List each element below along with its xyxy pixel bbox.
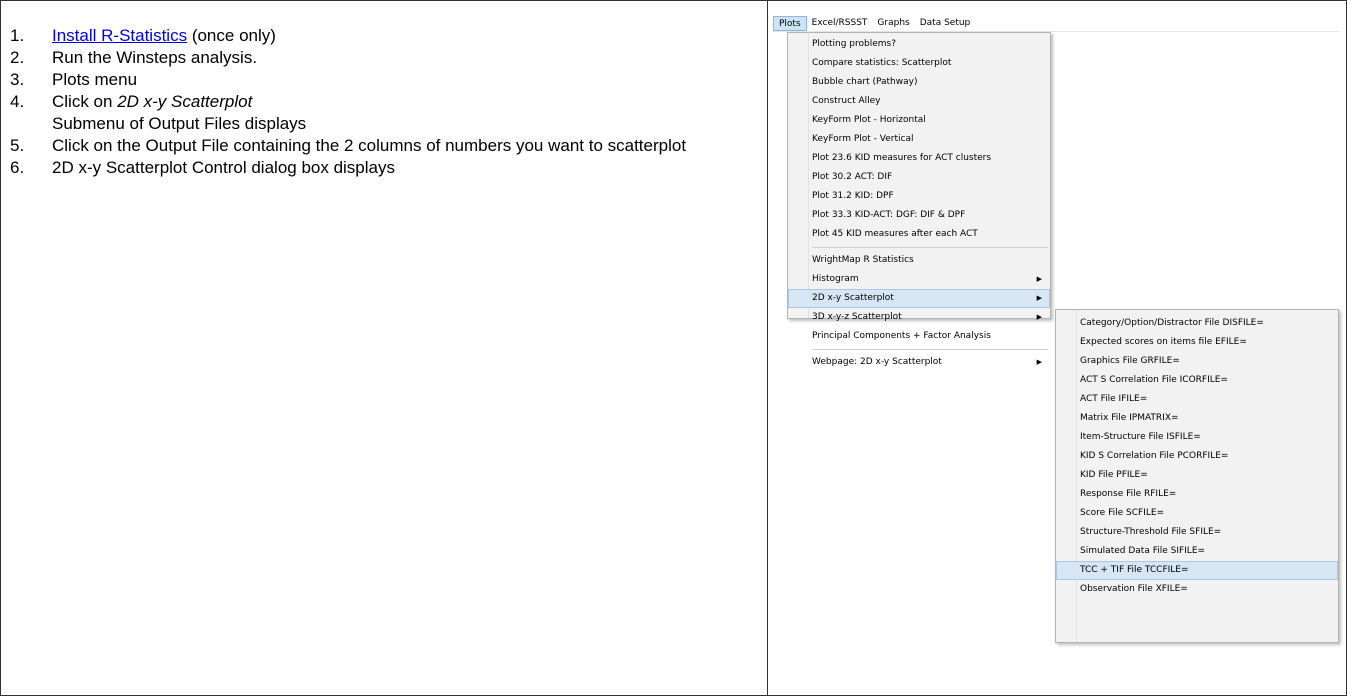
menu-item-label: 2D x-y Scatterplot bbox=[812, 293, 894, 303]
submenu-item-sfile[interactable]: Structure-Threshold File SFILE= bbox=[1056, 523, 1338, 542]
submenu-item-rfile[interactable]: Response File RFILE= bbox=[1056, 485, 1338, 504]
step-subtext: Submenu of Output Files displays bbox=[52, 114, 307, 133]
submenu-item-xfile[interactable]: Observation File XFILE= bbox=[1056, 580, 1338, 599]
submenu-arrow-icon: ▶ bbox=[1036, 358, 1042, 366]
submenu-item-ifile[interactable]: ACT File IFILE= bbox=[1056, 390, 1338, 409]
menu-item-bubble-chart[interactable]: Bubble chart (Pathway) bbox=[788, 73, 1050, 92]
submenu-item-icorfile[interactable]: ACT S Correlation File ICORFILE= bbox=[1056, 371, 1338, 390]
step-6: 6. 2D x-y Scatterplot Control dialog box… bbox=[10, 157, 760, 179]
menu-excel-rssst[interactable]: Excel/RSSST bbox=[807, 16, 873, 31]
step-emphasis: 2D x-y Scatterplot bbox=[117, 92, 253, 111]
step-text: Click on bbox=[52, 92, 118, 111]
step-number: 2. bbox=[10, 48, 25, 67]
menu-item-plot-30-2[interactable]: Plot 30.2 ACT: DIF bbox=[788, 168, 1050, 187]
menu-item-3d-scatterplot[interactable]: 3D x-y-z Scatterplot ▶ bbox=[788, 308, 1050, 327]
menu-plots[interactable]: Plots bbox=[773, 16, 807, 31]
plots-dropdown: Plotting problems? Compare statistics: S… bbox=[787, 32, 1051, 367]
menu-item-plotting-problems[interactable]: Plotting problems? bbox=[788, 35, 1050, 54]
submenu-arrow-icon: ▶ bbox=[1036, 294, 1042, 302]
menu-item-2d-scatterplot[interactable]: 2D x-y Scatterplot ▶ bbox=[788, 289, 1050, 308]
menu-item-label: Webpage: 2D x-y Scatterplot bbox=[812, 357, 942, 367]
step-text: Run the Winsteps analysis. bbox=[52, 48, 258, 67]
menu-item-label: 3D x-y-z Scatterplot bbox=[812, 312, 902, 322]
step-2: 2. Run the Winsteps analysis. bbox=[10, 47, 760, 69]
menu-graphs[interactable]: Graphs bbox=[872, 16, 914, 31]
output-files-submenu: Category/Option/Distractor File DISFILE=… bbox=[1055, 309, 1339, 643]
submenu-item-isfile[interactable]: Item-Structure File ISFILE= bbox=[1056, 428, 1338, 447]
step-number: 1. bbox=[10, 26, 25, 45]
menu-item-compare-statistics[interactable]: Compare statistics: Scatterplot bbox=[788, 54, 1050, 73]
menu-item-label: Histogram bbox=[812, 274, 859, 284]
menu-item-webpage-scatterplot[interactable]: Webpage: 2D x-y Scatterplot ▶ bbox=[788, 353, 1050, 372]
step-number: 5. bbox=[10, 136, 25, 155]
submenu-item-scfile[interactable]: Score File SCFILE= bbox=[1056, 504, 1338, 523]
submenu-item-grfile[interactable]: Graphics File GRFILE= bbox=[1056, 352, 1338, 371]
menu-bar: Plots Excel/RSSST Graphs Data Setup bbox=[773, 16, 1339, 32]
menu-screenshot: Plots Excel/RSSST Graphs Data Setup Plot… bbox=[773, 16, 1343, 656]
menu-item-plot-33-3[interactable]: Plot 33.3 KID-ACT: DGF: DIF & DPF bbox=[788, 206, 1050, 225]
step-text: 2D x-y Scatterplot Control dialog box di… bbox=[52, 158, 395, 177]
step-number: 6. bbox=[10, 158, 25, 177]
menu-item-histogram[interactable]: Histogram ▶ bbox=[788, 270, 1050, 289]
menu-item-plot-23-6[interactable]: Plot 23.6 KID measures for ACT clusters bbox=[788, 149, 1050, 168]
column-divider bbox=[767, 0, 768, 696]
step-text: Plots menu bbox=[52, 70, 138, 89]
submenu-item-efile[interactable]: Expected scores on items file EFILE= bbox=[1056, 333, 1338, 352]
install-r-statistics-link[interactable]: Install R-Statistics bbox=[52, 26, 187, 45]
submenu-item-disfile[interactable]: Category/Option/Distractor File DISFILE= bbox=[1056, 314, 1338, 333]
step-number: 4. bbox=[10, 92, 25, 111]
submenu-item-sifile[interactable]: Simulated Data File SIFILE= bbox=[1056, 542, 1338, 561]
submenu-item-ipmatrix[interactable]: Matrix File IPMATRIX= bbox=[1056, 409, 1338, 428]
step-text: (once only) bbox=[187, 26, 276, 45]
menu-item-plot-31-2[interactable]: Plot 31.2 KID: DPF bbox=[788, 187, 1050, 206]
menu-item-keyform-vertical[interactable]: KeyForm Plot - Vertical bbox=[788, 130, 1050, 149]
instructions-list: 1. Install R-Statistics (once only) 2. R… bbox=[10, 25, 760, 179]
menu-item-principal-components[interactable]: Principal Components + Factor Analysis bbox=[788, 327, 1050, 346]
step-number: 3. bbox=[10, 70, 25, 89]
menu-item-keyform-horizontal[interactable]: KeyForm Plot - Horizontal bbox=[788, 111, 1050, 130]
menu-separator bbox=[812, 247, 1048, 248]
menu-data-setup[interactable]: Data Setup bbox=[915, 16, 976, 31]
submenu-arrow-icon: ▶ bbox=[1036, 275, 1042, 283]
submenu-item-tccfile[interactable]: TCC + TIF File TCCFILE= bbox=[1056, 561, 1338, 580]
step-4: 4. Click on 2D x-y Scatterplot Submenu of… bbox=[10, 91, 760, 135]
menu-item-construct-alley[interactable]: Construct Alley bbox=[788, 92, 1050, 111]
step-text: Click on the Output File containing the … bbox=[52, 136, 687, 155]
submenu-arrow-icon: ▶ bbox=[1036, 313, 1042, 321]
menu-item-plot-45[interactable]: Plot 45 KID measures after each ACT bbox=[788, 225, 1050, 244]
submenu-item-pcorfile[interactable]: KID S Correlation File PCORFILE= bbox=[1056, 447, 1338, 466]
step-1: 1. Install R-Statistics (once only) bbox=[10, 25, 760, 47]
submenu-item-pfile[interactable]: KID File PFILE= bbox=[1056, 466, 1338, 485]
step-5: 5. Click on the Output File containing t… bbox=[10, 135, 760, 157]
menu-item-wrightmap[interactable]: WrightMap R Statistics bbox=[788, 251, 1050, 270]
step-3: 3. Plots menu bbox=[10, 69, 760, 91]
menu-separator bbox=[812, 349, 1048, 350]
